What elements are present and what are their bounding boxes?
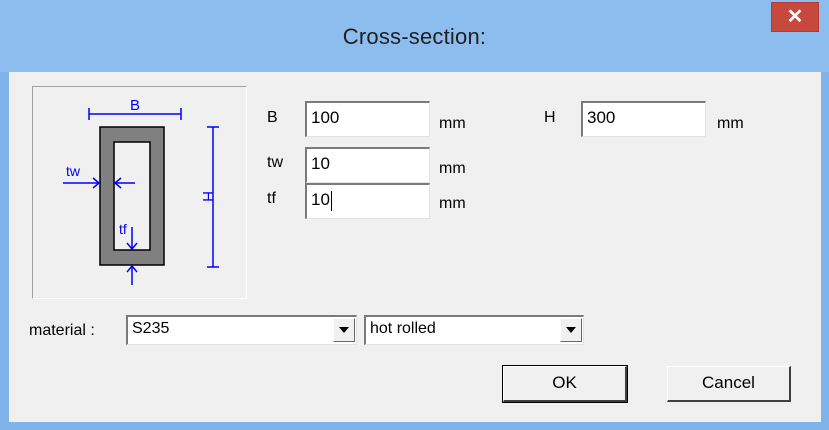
material-process-value: hot rolled [370, 320, 436, 337]
chevron-down-icon[interactable] [560, 318, 582, 342]
label-h: H [544, 109, 556, 126]
unit-tw: mm [439, 160, 466, 177]
b-input[interactable]: 100 [305, 101, 430, 137]
unit-b: mm [439, 115, 466, 132]
material-grade-select[interactable]: S235 [126, 315, 357, 345]
dialog-window: Cross-section: ✕ B H tw tf B 100 mm H 30… [0, 0, 829, 430]
dimension-tf-label: tf [119, 221, 127, 237]
dimension-b-label: B [130, 97, 140, 114]
tf-input-value: 10 [311, 190, 330, 209]
close-button[interactable]: ✕ [771, 2, 819, 32]
material-process-select[interactable]: hot rolled [364, 315, 584, 345]
text-cursor [330, 190, 332, 211]
material-label: material : [29, 322, 95, 339]
material-grade-value: S235 [132, 320, 170, 337]
cross-section-diagram: B H tw tf [32, 86, 247, 299]
cross-section-drawing: B H tw tf [63, 97, 219, 285]
title-bar[interactable]: Cross-section: ✕ [0, 0, 829, 72]
dimension-h-label: H [199, 191, 216, 202]
cancel-button[interactable]: Cancel [667, 366, 791, 402]
h-input[interactable]: 300 [581, 101, 706, 137]
unit-h: mm [717, 115, 744, 132]
close-icon: ✕ [786, 6, 804, 28]
label-tw: tw [267, 154, 283, 171]
dialog-body: B H tw tf B 100 mm H 300 mm tw 10 mm tf … [9, 72, 821, 422]
ok-button[interactable]: OK [502, 365, 628, 403]
label-tf: tf [267, 190, 276, 207]
dimension-tw-label: tw [66, 163, 81, 179]
tf-input[interactable]: 10 [305, 183, 430, 219]
tw-input[interactable]: 10 [305, 147, 430, 183]
dialog-title: Cross-section: [342, 24, 487, 49]
label-b: B [267, 109, 278, 126]
unit-tf: mm [439, 195, 466, 212]
chevron-down-icon[interactable] [333, 318, 355, 342]
